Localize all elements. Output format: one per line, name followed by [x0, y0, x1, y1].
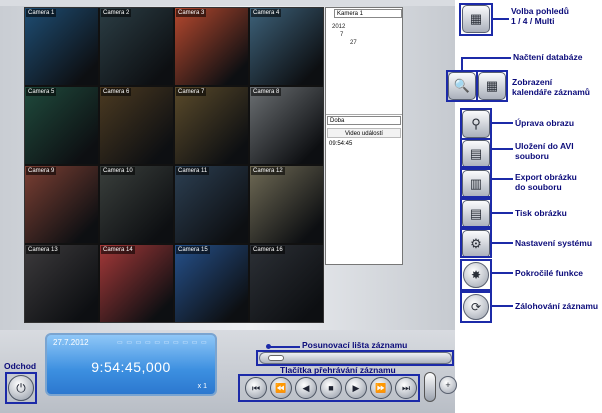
- annotation-playback: Tlačítka přehrávání záznamu: [280, 365, 396, 375]
- leader-scroll-dot: [266, 344, 271, 349]
- camera-label: Camera 1: [26, 9, 57, 17]
- zoom-button[interactable]: +: [439, 376, 457, 394]
- event-entry[interactable]: 09:54:45: [329, 141, 352, 147]
- time-display: 27.7.2012 ▭ ▭ ▭ ▭ ▭ ▭ ▭ ▭ ▭ ▭ 9:54:45,00…: [45, 333, 217, 396]
- camera-tile[interactable]: Camera 5: [25, 87, 98, 164]
- camera-tile[interactable]: Camera 9: [25, 166, 98, 243]
- camera-tile[interactable]: Camera 11: [175, 166, 248, 243]
- annotation-calendar: Zobrazení kalendáře záznamů: [512, 77, 590, 97]
- leader-image-adjust: [492, 122, 513, 124]
- annotation-scroll: Posunovací lišta záznamu: [302, 340, 408, 350]
- highlight-view: [459, 3, 493, 36]
- highlight-image-adjust: [460, 108, 492, 140]
- leader-database: [461, 57, 511, 59]
- camera-tile[interactable]: Camera 15: [175, 245, 248, 322]
- camera-label: Camera 10: [101, 167, 135, 175]
- leader-avi: [492, 148, 513, 150]
- camera-label: Camera 6: [101, 88, 132, 96]
- annotation-print: Tisk obrázku: [515, 208, 567, 218]
- leader-settings: [492, 242, 513, 244]
- camera-grid: Camera 1 Camera 2 Camera 3 Camera 4 Camera 5…: [24, 7, 324, 323]
- lcd-status-icons: ▭ ▭ ▭ ▭ ▭ ▭ ▭ ▭ ▭ ▭: [117, 340, 208, 346]
- lcd-date: 27.7.2012: [53, 338, 89, 347]
- highlight-backup: [460, 291, 492, 323]
- camera-label: Camera 11: [176, 167, 210, 175]
- mode-select[interactable]: Doba: [327, 116, 401, 125]
- annotation-settings: Nastavení systému: [515, 238, 593, 248]
- leader-view: [493, 18, 509, 20]
- camera-tile[interactable]: Camera 3: [175, 8, 248, 85]
- camera-tile[interactable]: Camera 12: [250, 166, 323, 243]
- annotation-backup: Zálohování záznamu: [515, 301, 599, 311]
- annotation-database: Načtení databáze: [513, 52, 583, 62]
- camera-label: Camera 16: [251, 246, 285, 254]
- camera-tile[interactable]: Camera 2: [100, 8, 173, 85]
- leader-backup: [492, 305, 513, 307]
- lcd-speed: x 1: [197, 383, 207, 390]
- annotation-image-adjust: Úprava obrazu: [515, 118, 575, 128]
- tree-day[interactable]: 27: [350, 40, 357, 47]
- camera-label: Camera 2: [101, 9, 132, 17]
- camera-tile[interactable]: Camera 7: [175, 87, 248, 164]
- tree-year[interactable]: 2012: [332, 24, 345, 31]
- highlight-export: [460, 168, 492, 198]
- highlight-avi: [460, 138, 492, 168]
- leader-advanced: [492, 272, 513, 274]
- camera-label: Camera 5: [26, 88, 57, 96]
- plus-icon: +: [445, 380, 451, 390]
- camera-label: Camera 14: [101, 246, 135, 254]
- highlight-exit: [5, 372, 37, 404]
- leader-scroll: [270, 346, 300, 348]
- highlight-calendar: [476, 70, 508, 102]
- side-panel: Kamera 1 2012 7 27 Doba Video událostí 0…: [325, 7, 403, 265]
- camera-label: Camera 15: [176, 246, 210, 254]
- speed-slider[interactable]: [424, 372, 436, 402]
- camera-select[interactable]: Kamera 1: [334, 9, 402, 18]
- annotation-avi: Uložení do AVI souboru: [515, 141, 574, 161]
- window-top-bar: [0, 0, 455, 6]
- camera-tile[interactable]: Camera 14: [100, 245, 173, 322]
- camera-label: Camera 3: [176, 9, 207, 17]
- highlight-playback: [238, 374, 420, 402]
- camera-tile[interactable]: Camera 8: [250, 87, 323, 164]
- leader-print: [492, 212, 513, 214]
- highlight-print: [460, 198, 492, 228]
- camera-tile[interactable]: Camera 13: [25, 245, 98, 322]
- camera-tile[interactable]: Camera 4: [250, 8, 323, 85]
- highlight-database: [446, 70, 478, 102]
- annotation-view: Volba pohledů 1 / 4 / Multi: [511, 6, 569, 26]
- camera-tile[interactable]: Camera 16: [250, 245, 323, 322]
- events-header: Video událostí: [327, 128, 401, 138]
- camera-label: Camera 9: [26, 167, 57, 175]
- camera-label: Camera 7: [176, 88, 207, 96]
- annotation-exit: Odchod: [4, 361, 37, 371]
- camera-label: Camera 13: [26, 246, 60, 254]
- tree-month[interactable]: 7: [340, 32, 343, 39]
- camera-label: Camera 4: [251, 9, 282, 17]
- camera-tile[interactable]: Camera 6: [100, 87, 173, 164]
- camera-label: Camera 8: [251, 88, 282, 96]
- leader-export: [492, 178, 513, 180]
- camera-label: Camera 12: [251, 167, 285, 175]
- highlight-settings: [460, 228, 492, 258]
- annotation-export: Export obrázku do souboru: [515, 172, 577, 192]
- camera-tile[interactable]: Camera 1: [25, 8, 98, 85]
- date-tree: 2012 7 27: [326, 20, 402, 115]
- highlight-scroll: [256, 350, 454, 366]
- camera-tile[interactable]: Camera 10: [100, 166, 173, 243]
- annotation-advanced: Pokročilé funkce: [515, 268, 584, 278]
- lcd-time: 9:54:45,000: [91, 359, 171, 375]
- leader-database-v: [461, 58, 463, 70]
- highlight-advanced: [460, 259, 492, 291]
